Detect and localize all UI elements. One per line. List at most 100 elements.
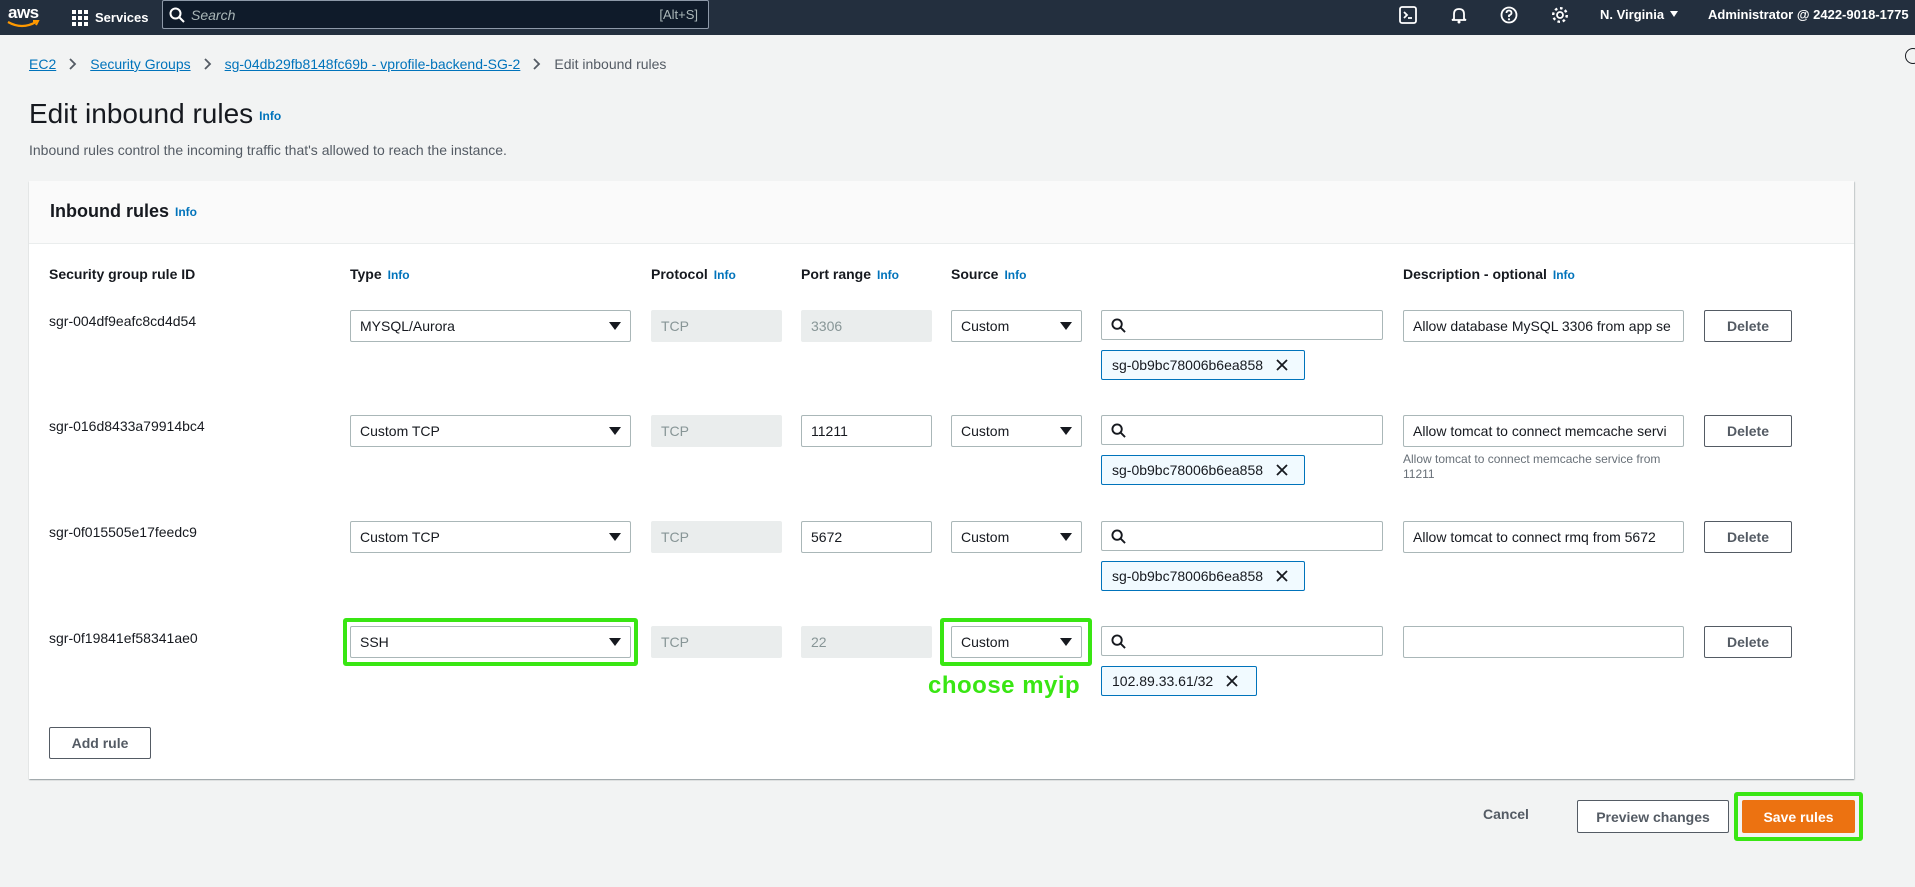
protocol-field: TCP	[651, 626, 782, 658]
chevron-right-icon	[533, 58, 541, 70]
aws-logo[interactable]: aws	[6, 2, 42, 30]
page-subtitle: Inbound rules control the incoming traff…	[29, 142, 507, 158]
info-link[interactable]: Info	[259, 109, 281, 123]
cancel-button[interactable]: Cancel	[1483, 806, 1529, 822]
close-icon[interactable]	[1275, 358, 1289, 372]
page-title-text: Edit inbound rules	[29, 98, 254, 129]
type-select[interactable]: Custom TCP	[350, 521, 631, 553]
panel-title: Inbound rules Info	[50, 201, 197, 222]
close-icon[interactable]	[1275, 569, 1289, 583]
smile-icon	[7, 20, 40, 28]
info-panel-icon[interactable]	[1905, 48, 1915, 64]
breadcrumb-security-groups[interactable]: Security Groups	[90, 56, 190, 72]
token-label: sg-0b9bc78006b6ea858	[1112, 462, 1264, 478]
rule-id: sgr-004df9eafc8cd4d54	[49, 313, 197, 329]
breadcrumb-security-group[interactable]: sg-04db29fb8148fc69b - vprofile-backend-…	[225, 56, 521, 72]
token-label: sg-0b9bc78006b6ea858	[1112, 568, 1264, 584]
source-token: sg-0b9bc78006b6ea858	[1101, 455, 1305, 485]
source-value: Custom	[961, 423, 1010, 439]
source-search-input[interactable]	[1101, 521, 1383, 551]
description-input[interactable]	[1403, 626, 1684, 658]
grid-icon	[72, 9, 88, 26]
type-value: Custom TCP	[360, 423, 440, 439]
info-link[interactable]: Info	[877, 268, 899, 282]
column-header-source: Source Info	[951, 266, 1026, 282]
delete-button[interactable]: Delete	[1704, 626, 1792, 658]
port-range-input[interactable]: 5672	[801, 521, 932, 553]
column-header-type: Type Info	[350, 266, 410, 282]
source-select[interactable]: Custom	[951, 521, 1082, 553]
global-search[interactable]: [Alt+S]	[162, 0, 709, 29]
description-input[interactable]: Allow tomcat to connect memcache servi	[1403, 415, 1684, 447]
port-range-input[interactable]: 11211	[801, 415, 932, 447]
page-title: Edit inbound rules Info	[29, 98, 281, 130]
column-description-text: Description - optional	[1403, 266, 1547, 282]
source-select[interactable]: Custom	[951, 415, 1082, 447]
caret-down-icon	[609, 533, 621, 541]
protocol-field: TCP	[651, 521, 782, 553]
close-icon[interactable]	[1275, 463, 1289, 477]
services-menu[interactable]: Services	[72, 0, 149, 35]
delete-button[interactable]: Delete	[1704, 310, 1792, 342]
source-token: sg-0b9bc78006b6ea858	[1101, 561, 1305, 591]
protocol-field: TCP	[651, 310, 782, 342]
search-input[interactable]	[191, 6, 660, 23]
caret-down-icon	[609, 322, 621, 330]
cloudshell-icon[interactable]	[1396, 3, 1420, 27]
column-header-rule-id: Security group rule ID	[49, 266, 196, 282]
column-type-text: Type	[350, 266, 382, 282]
preview-changes-button[interactable]: Preview changes	[1577, 800, 1729, 833]
breadcrumb-ec2[interactable]: EC2	[29, 56, 56, 72]
caret-down-icon	[1670, 11, 1679, 17]
description-input[interactable]: Allow tomcat to connect rmq from 5672	[1403, 521, 1684, 553]
source-token: 102.89.33.61/32	[1101, 666, 1257, 696]
column-port-text: Port range	[801, 266, 872, 282]
add-rule-button[interactable]: Add rule	[49, 727, 151, 759]
delete-button[interactable]: Delete	[1704, 521, 1792, 553]
info-link[interactable]: Info	[388, 268, 410, 282]
port-range-field: 22	[801, 626, 932, 658]
caret-down-icon	[1060, 533, 1072, 541]
account-label: Administrator @ 2422-9018-1775	[1708, 6, 1909, 22]
search-icon	[1111, 528, 1126, 544]
source-search-input[interactable]	[1101, 626, 1383, 656]
column-protocol-text: Protocol	[651, 266, 708, 282]
breadcrumb: EC2 Security Groups sg-04db29fb8148fc69b…	[29, 56, 666, 72]
panel-header: Inbound rules Info	[29, 181, 1854, 244]
info-link[interactable]: Info	[714, 268, 736, 282]
rule-id: sgr-0f19841ef58341ae0	[49, 630, 198, 646]
search-icon	[1111, 633, 1126, 649]
rule-id: sgr-016d8433a79914bc4	[49, 418, 205, 434]
help-icon[interactable]	[1497, 3, 1521, 27]
source-value: Custom	[961, 529, 1010, 545]
column-header-port-range: Port range Info	[801, 266, 899, 282]
token-label: 102.89.33.61/32	[1112, 673, 1214, 689]
chevron-right-icon	[69, 58, 77, 70]
source-search-input[interactable]	[1101, 415, 1383, 445]
column-header-protocol: Protocol Info	[651, 266, 736, 282]
info-link[interactable]: Info	[175, 205, 197, 219]
protocol-field: TCP	[651, 415, 782, 447]
info-link[interactable]: Info	[1004, 268, 1026, 282]
description-input[interactable]: Allow database MySQL 3306 from app se	[1403, 310, 1684, 342]
highlight-box-type	[343, 618, 638, 666]
source-search-input[interactable]	[1101, 310, 1383, 340]
type-select[interactable]: MYSQL/Aurora	[350, 310, 631, 342]
token-label: sg-0b9bc78006b6ea858	[1112, 357, 1264, 373]
highlight-box-source	[940, 618, 1092, 666]
close-icon[interactable]	[1225, 674, 1239, 688]
account-menu[interactable]: Administrator @ 2422-9018-1775	[1708, 0, 1915, 28]
highlight-box-save	[1734, 792, 1863, 841]
source-select[interactable]: Custom	[951, 310, 1082, 342]
search-shortcut: [Alt+S]	[659, 7, 698, 22]
panel-title-text: Inbound rules	[50, 201, 169, 221]
gear-icon[interactable]	[1548, 3, 1572, 27]
source-value: Custom	[961, 318, 1010, 334]
breadcrumb-current: Edit inbound rules	[554, 56, 667, 72]
type-select[interactable]: Custom TCP	[350, 415, 631, 447]
bell-icon[interactable]	[1447, 3, 1471, 27]
delete-button[interactable]: Delete	[1704, 415, 1792, 447]
type-value: MYSQL/Aurora	[360, 318, 455, 334]
info-link[interactable]: Info	[1553, 268, 1575, 282]
region-selector[interactable]: N. Virginia	[1600, 0, 1679, 28]
